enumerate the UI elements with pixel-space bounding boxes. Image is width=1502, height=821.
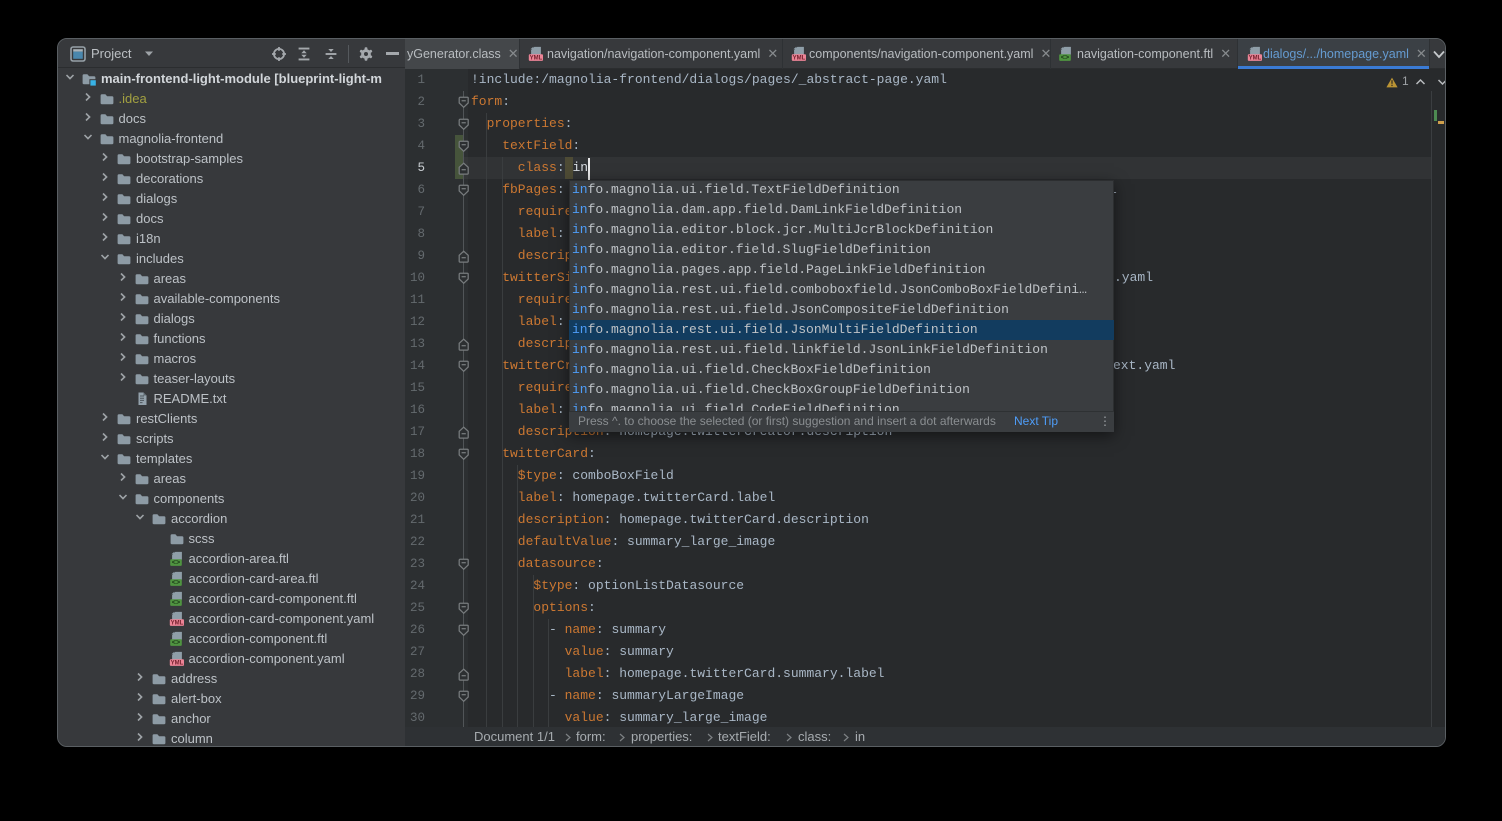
svg-text:YML: YML [170, 661, 183, 667]
svg-text:YML: YML [170, 621, 183, 627]
svg-text:<>: <> [171, 580, 179, 587]
svg-text:<>: <> [1061, 55, 1069, 62]
svg-text:YML: YML [1249, 56, 1262, 62]
svg-text:YML: YML [793, 56, 806, 62]
svg-text:<>: <> [171, 600, 179, 607]
svg-text:YML: YML [530, 56, 543, 62]
svg-text:<>: <> [171, 560, 179, 567]
svg-text:<>: <> [171, 640, 179, 647]
